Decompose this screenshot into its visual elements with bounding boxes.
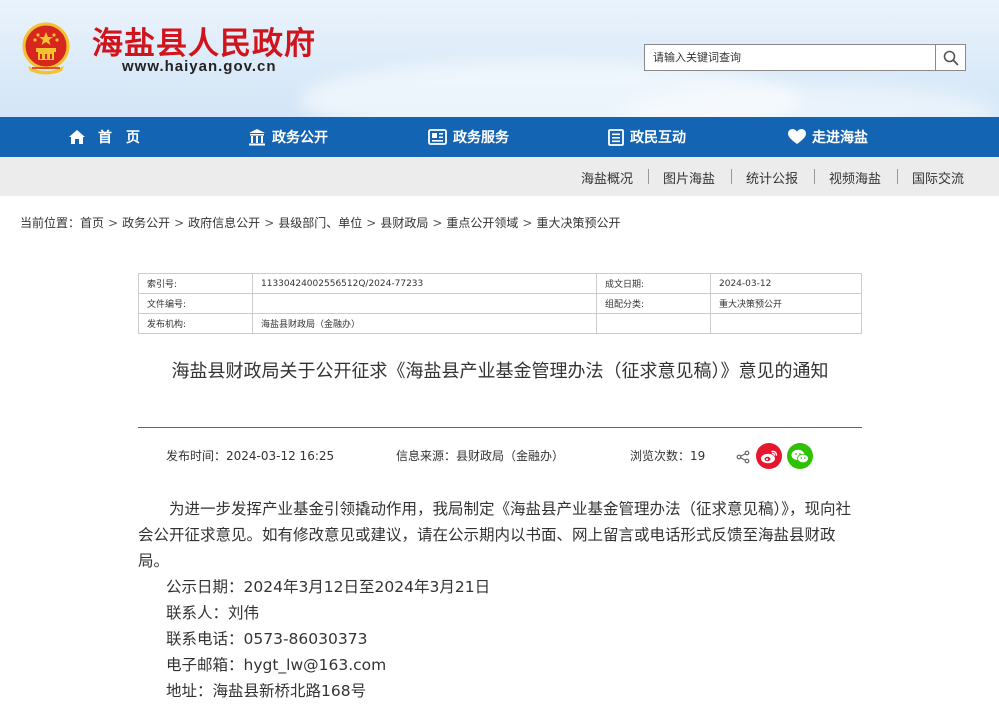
- main-nav: 首 页 政务公开 政务服务 政民互动 走进海盐: [0, 117, 999, 157]
- search-icon: [943, 50, 958, 65]
- nav-item-about-haiyan[interactable]: 走进海盐: [788, 117, 868, 157]
- index-number-label: 索引号:: [138, 273, 253, 294]
- search-box: [644, 44, 966, 71]
- breadcrumb-item[interactable]: 重点公开领域: [446, 216, 518, 230]
- share-icon[interactable]: [736, 450, 750, 464]
- breadcrumb-separator: >: [522, 216, 533, 230]
- sub-nav: 海盐概况 图片海盐 统计公报 视频海盐 国际交流: [0, 157, 999, 196]
- breadcrumb-item[interactable]: 县级部门、单位: [278, 216, 362, 230]
- national-emblem-icon[interactable]: [18, 20, 74, 76]
- breadcrumb-item[interactable]: 首页: [80, 216, 104, 230]
- nav-label: 走进海盐: [812, 130, 868, 146]
- weibo-share-button[interactable]: [756, 443, 782, 469]
- table-row: 发布机构: 海盐县财政局（金融办）: [138, 313, 862, 334]
- table-row: 文件编号: 组配分类: 重大决策预公开: [138, 293, 862, 314]
- info-source: 信息来源：县财政局（金融办）: [396, 449, 565, 463]
- document-info-table: 索引号: 11330424002556512Q/2024-77233 成文日期:…: [138, 273, 862, 334]
- empty-cell: [710, 313, 862, 334]
- table-row: 索引号: 11330424002556512Q/2024-77233 成文日期:…: [138, 273, 862, 294]
- subnav-item-international[interactable]: 国际交流: [912, 168, 964, 187]
- wechat-icon: [791, 449, 809, 463]
- breadcrumb-separator: >: [432, 216, 443, 230]
- subnav-divider: [897, 169, 898, 184]
- empty-cell: [596, 313, 711, 334]
- contact-person: 联系人：刘伟: [166, 604, 260, 622]
- document-number-value: [252, 293, 597, 314]
- breadcrumb-item[interactable]: 重大决策预公开: [536, 216, 620, 230]
- site-url: www.haiyan.gov.cn: [122, 58, 277, 75]
- subnav-divider: [731, 169, 732, 184]
- breadcrumb-separator: >: [174, 216, 185, 230]
- nav-label: 政务服务: [453, 130, 509, 146]
- contact-phone: 联系电话：0573-86030373: [166, 630, 368, 648]
- article-body: 为进一步发挥产业基金引领撬动作用，我局制定《海盐县产业基金管理办法（征求意见稿）…: [138, 496, 864, 574]
- search-input[interactable]: [645, 45, 937, 70]
- site-title[interactable]: 海盐县人民政府: [92, 18, 316, 63]
- building-icon: [249, 129, 265, 146]
- breadcrumb-separator: >: [264, 216, 275, 230]
- category-label: 组配分类:: [596, 293, 711, 314]
- nav-label: 政务公开: [272, 130, 328, 146]
- breadcrumb-prefix: 当前位置：: [20, 216, 81, 230]
- subnav-item-videos[interactable]: 视频海盐: [829, 168, 881, 187]
- wechat-share-button[interactable]: [787, 443, 813, 469]
- card-icon: [428, 129, 447, 145]
- subnav-divider: [814, 169, 815, 184]
- nav-label: 政民互动: [630, 130, 686, 146]
- document-number-label: 文件编号:: [138, 293, 253, 314]
- contact-address: 地址：海盐县新桥北路168号: [166, 682, 367, 700]
- nav-label: 首 页: [98, 130, 140, 146]
- publicity-date: 公示日期：2024年3月12日至2024年3月21日: [166, 578, 491, 596]
- document-date-label: 成文日期:: [596, 273, 711, 294]
- subnav-item-photos[interactable]: 图片海盐: [663, 168, 715, 187]
- subnav-divider: [648, 169, 649, 184]
- breadcrumb-item[interactable]: 县财政局: [380, 216, 428, 230]
- article-title: 海盐县财政局关于公开征求《海盐县产业基金管理办法（征求意见稿）》意见的通知: [171, 361, 829, 382]
- publish-time: 发布时间：2024-03-12 16:25: [166, 449, 335, 463]
- category-value: 重大决策预公开: [710, 293, 862, 314]
- breadcrumb-item[interactable]: 政府信息公开: [188, 216, 260, 230]
- nav-item-public-interaction[interactable]: 政民互动: [608, 117, 686, 157]
- index-number-value: 11330424002556512Q/2024-77233: [252, 273, 597, 294]
- breadcrumb-item[interactable]: 政务公开: [122, 216, 170, 230]
- search-button[interactable]: [935, 45, 965, 70]
- view-count: 浏览次数：19: [630, 449, 706, 463]
- breadcrumb-separator: >: [108, 216, 119, 230]
- publisher-label: 发布机构:: [138, 313, 253, 334]
- site-header: 海盐县人民政府 www.haiyan.gov.cn: [0, 0, 999, 117]
- weibo-icon: [761, 450, 778, 463]
- list-icon: [608, 128, 624, 146]
- publisher-value: 海盐县财政局（金融办）: [252, 313, 597, 334]
- nav-item-government-affairs[interactable]: 政务公开: [248, 117, 328, 157]
- home-icon: [69, 130, 85, 144]
- subnav-item-statistics[interactable]: 统计公报: [746, 168, 798, 187]
- subnav-item-overview[interactable]: 海盐概况: [581, 168, 633, 187]
- document-date-value: 2024-03-12: [710, 273, 862, 294]
- heart-icon: [788, 129, 806, 144]
- nav-item-home[interactable]: 首 页: [68, 117, 140, 157]
- contact-email: 电子邮箱：hygt_lw@163.com: [166, 656, 387, 674]
- article-paragraph: 为进一步发挥产业基金引领撬动作用，我局制定《海盐县产业基金管理办法（征求意见稿）…: [138, 500, 852, 570]
- title-divider: [138, 427, 862, 428]
- nav-item-government-services[interactable]: 政务服务: [428, 117, 509, 157]
- breadcrumb: 当前位置：首页 > 政务公开 > 政府信息公开 > 县级部门、单位 > 县财政局 > 重点公开领域 >…: [20, 214, 625, 231]
- breadcrumb-separator: >: [366, 216, 377, 230]
